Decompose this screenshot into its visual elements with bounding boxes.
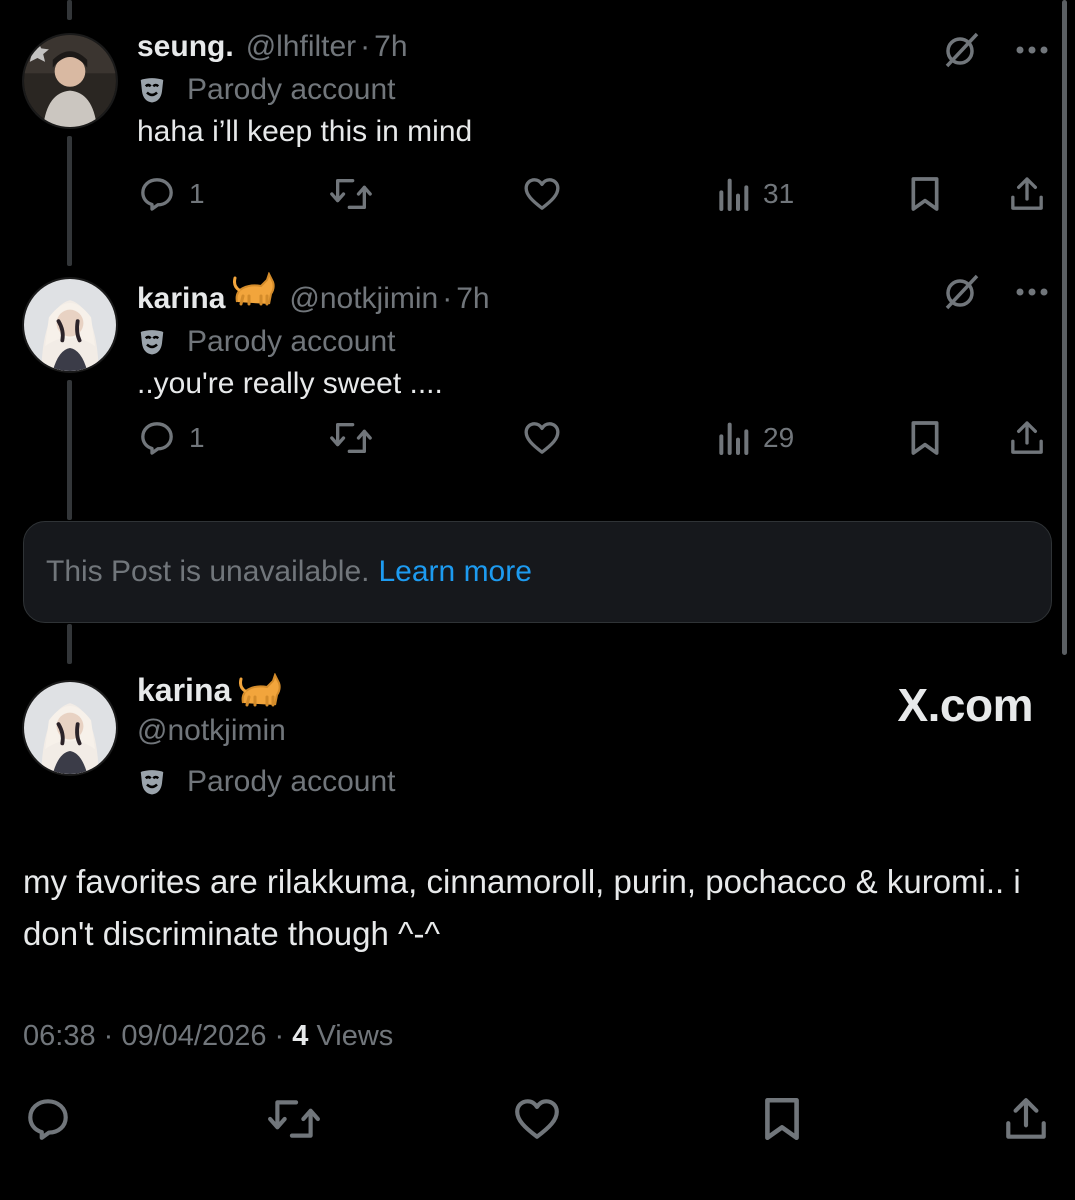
main-handle[interactable]: @notkjimin <box>137 714 286 748</box>
views-count: 29 <box>763 422 795 453</box>
repost-icon <box>267 1094 321 1144</box>
timestamp[interactable]: 7h <box>456 280 489 318</box>
post-text: ..you're really sweet .... <box>137 367 443 400</box>
share-button[interactable] <box>1001 1094 1051 1144</box>
repost-icon <box>329 418 373 458</box>
repost-button[interactable] <box>267 1094 321 1144</box>
avatar[interactable] <box>22 680 118 776</box>
like-button[interactable] <box>521 174 563 214</box>
grok-icon[interactable] <box>941 272 981 312</box>
reply-button[interactable] <box>23 1094 73 1144</box>
thread-view: seung. @lhfilter · 7h Parody account hah… <box>0 0 1075 1200</box>
display-name[interactable]: karina <box>137 280 225 318</box>
handle[interactable]: @lhfilter <box>246 28 356 66</box>
share-button[interactable] <box>1007 418 1047 458</box>
repost-button[interactable] <box>329 174 373 214</box>
avatar[interactable] <box>22 33 118 129</box>
share-button[interactable] <box>1007 174 1047 214</box>
views-button[interactable]: 29 <box>715 418 794 458</box>
unavailable-text: This Post is unavailable. <box>46 555 370 588</box>
avatar[interactable] <box>22 277 118 373</box>
bookmark-button[interactable] <box>907 174 943 214</box>
reply-icon <box>23 1094 73 1144</box>
display-name[interactable]: seung. <box>137 28 234 66</box>
post-top-actions <box>941 272 1049 312</box>
bookmark-icon <box>907 174 943 214</box>
parody-label: Parody account <box>187 765 396 798</box>
parody-mask-icon <box>137 767 167 797</box>
like-icon <box>511 1094 563 1144</box>
share-icon <box>1007 418 1047 458</box>
share-icon <box>1001 1094 1051 1144</box>
reply-count: 1 <box>189 422 205 453</box>
views-button[interactable]: 31 <box>715 174 794 214</box>
views-icon <box>715 418 751 458</box>
bookmark-icon <box>907 418 943 458</box>
parody-badge: Parody account <box>137 322 1051 362</box>
reply-icon <box>137 418 177 458</box>
views-icon <box>715 174 751 214</box>
repost-button[interactable] <box>329 418 373 458</box>
grok-icon[interactable] <box>941 30 981 70</box>
like-icon <box>521 174 563 214</box>
thread-line <box>67 136 72 266</box>
share-icon <box>1007 174 1047 214</box>
post-seung[interactable]: seung. @lhfilter · 7h Parody account hah… <box>137 28 1051 152</box>
parody-mask-icon <box>137 75 167 105</box>
post-timestamp[interactable]: 06:38 · 09/04/2026 · <box>23 1020 292 1052</box>
like-icon <box>521 418 563 458</box>
post-actions: 1 31 <box>137 174 1051 218</box>
bookmark-button[interactable] <box>907 418 943 458</box>
more-icon[interactable] <box>1015 45 1049 55</box>
scrollbar[interactable] <box>1062 0 1067 655</box>
thread-line <box>67 0 72 20</box>
views-label: Views <box>308 1020 394 1052</box>
post-header: seung. @lhfilter · 7h <box>137 28 1051 66</box>
parody-badge: Parody account <box>137 70 1051 110</box>
reply-button[interactable]: 1 <box>137 174 205 214</box>
like-button[interactable] <box>521 418 563 458</box>
learn-more-link[interactable]: Learn more <box>379 555 532 589</box>
parody-mask-icon <box>137 327 167 357</box>
reply-icon <box>137 174 177 214</box>
reply-button[interactable]: 1 <box>137 418 205 458</box>
post-actions: 1 29 <box>137 418 1051 462</box>
main-post-actions <box>23 1094 1053 1146</box>
main-post-text: my favorites are rilakkuma, cinnamoroll,… <box>23 863 1021 952</box>
more-icon[interactable] <box>1015 287 1049 297</box>
thread-line <box>67 624 72 664</box>
repost-icon <box>329 174 373 214</box>
parody-label: Parody account <box>187 73 396 106</box>
like-button[interactable] <box>511 1094 563 1144</box>
watermark: X.com <box>897 679 1033 731</box>
cat-emoji <box>239 671 283 709</box>
parody-badge: Parody account <box>137 762 395 802</box>
main-display-name[interactable]: karina <box>137 671 295 709</box>
post-text: haha i’ll keep this in mind <box>137 115 473 148</box>
display-name[interactable]: karina <box>137 672 231 709</box>
thread-line <box>67 380 72 520</box>
views-count: 4 <box>292 1020 309 1052</box>
cat-emoji <box>233 271 277 308</box>
parody-label: Parody account <box>187 325 396 358</box>
post-karina-reply[interactable]: karina @notkjimin · 7h Parody account ..… <box>137 271 1051 404</box>
unavailable-post-card: This Post is unavailable. Learn more <box>23 521 1052 623</box>
separator: · <box>442 282 453 315</box>
timestamp[interactable]: 7h <box>374 28 407 66</box>
post-top-actions <box>941 30 1049 70</box>
handle[interactable]: @notkjimin <box>289 280 438 318</box>
reply-count: 1 <box>189 178 205 209</box>
separator: · <box>360 30 371 63</box>
views-count: 31 <box>763 178 795 209</box>
bookmark-icon <box>759 1094 805 1144</box>
post-header: karina @notkjimin · 7h <box>137 271 1051 318</box>
bookmark-button[interactable] <box>759 1094 805 1144</box>
post-meta: 06:38 · 09/04/2026 · 4 Views <box>23 1020 393 1053</box>
